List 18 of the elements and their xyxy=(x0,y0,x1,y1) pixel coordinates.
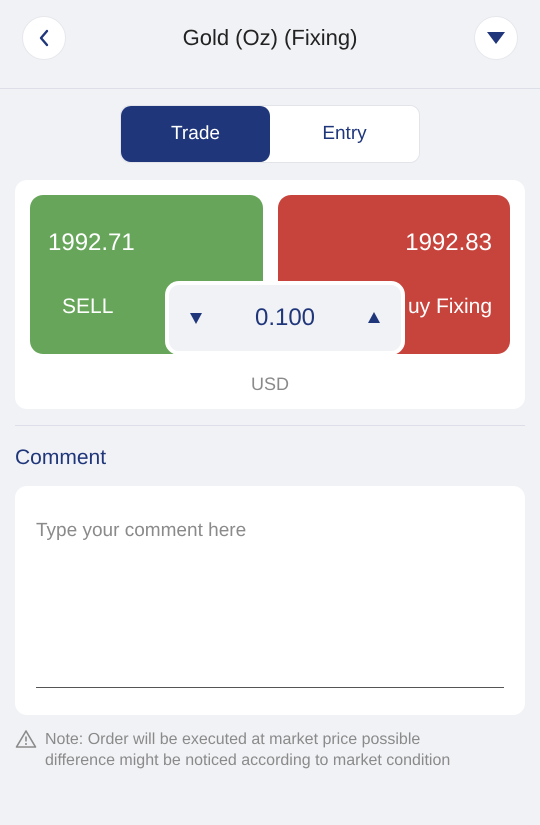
sell-label: SELL xyxy=(62,295,114,319)
back-icon xyxy=(37,28,51,48)
decrease-icon[interactable] xyxy=(189,311,203,325)
tab[interactable]: Trade xyxy=(121,106,270,162)
comment-label: Comment xyxy=(15,446,108,470)
caret-icon xyxy=(486,31,506,45)
page-title: Gold (Oz) (Fixing) xyxy=(182,24,358,52)
currency-label: USD xyxy=(250,374,290,395)
comment-field[interactable]: Type your comment here xyxy=(15,486,525,715)
increase-icon[interactable] xyxy=(367,311,381,325)
dropdown-button[interactable] xyxy=(474,16,518,60)
note-text: Note: Order will be executed at market price possible difference might be noticed according to market condition xyxy=(45,730,452,771)
buy-price: 1992.83 xyxy=(405,229,492,257)
sell-price: 1992.71 xyxy=(48,229,136,257)
tab[interactable]: Entry xyxy=(270,106,419,162)
buy-label: uy Fixing xyxy=(408,295,492,319)
back-button[interactable] xyxy=(22,16,66,60)
warning-icon xyxy=(15,729,37,749)
